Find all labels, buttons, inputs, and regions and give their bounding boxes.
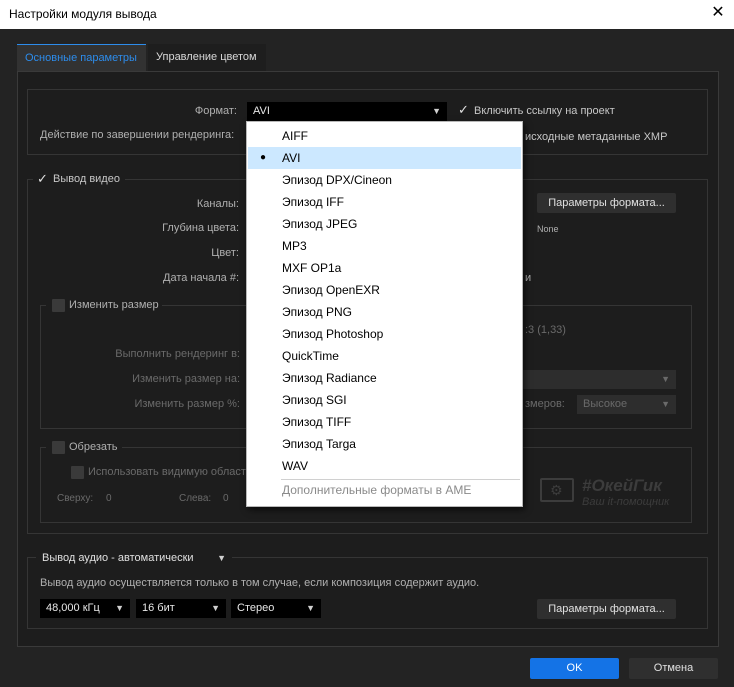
window-titlebar: Настройки модуля вывода ✕ (0, 0, 734, 29)
resize-to-label: Изменить размер на: (132, 373, 240, 385)
format-option-label: MP3 (282, 239, 307, 253)
ok-button[interactable]: OK (530, 658, 619, 679)
more-formats-ame-item: Дополнительные форматы в AME (282, 483, 472, 497)
format-option[interactable]: Эпизод JPEG (248, 213, 521, 235)
quality-label: змеров: (525, 398, 565, 410)
format-option-label: Эпизод Targa (282, 437, 356, 451)
watermark-brand: #ОкейГик (582, 476, 662, 495)
chevron-down-icon: ▼ (661, 374, 670, 384)
crop-label: Обрезать (69, 441, 118, 453)
resize-quality-value: Высокое (583, 398, 628, 410)
format-option[interactable]: Эпизод Targa (248, 433, 521, 455)
format-option[interactable]: WAV (248, 455, 521, 477)
format-select-value: AVI (253, 105, 270, 117)
monitor-gear-icon: ⚙ (540, 478, 574, 502)
resize-label: Изменить размер (69, 299, 159, 311)
crop-checkbox[interactable] (52, 441, 65, 454)
xmp-label: исходные метаданные XMP (525, 131, 668, 143)
video-output-checkbox[interactable]: ✓ (37, 171, 48, 187)
channels-label: Каналы: (196, 198, 239, 210)
use-roi-checkbox (71, 466, 84, 479)
format-dropdown-list: AIFF ● AVI Эпизод DPX/Cineon Эпизод IFF Эпизо… (246, 121, 523, 507)
format-option[interactable]: Эпизод SGI (248, 389, 521, 411)
video-output-title: Вывод видео (53, 173, 120, 185)
format-option[interactable]: Эпизод OpenEXR (248, 279, 521, 301)
format-select[interactable]: AVI ▼ (247, 102, 447, 121)
color-label: Цвет: (211, 247, 239, 259)
audio-note: Вывод аудио осуществляется только в том … (40, 577, 480, 589)
format-option-label: AIFF (282, 129, 308, 143)
audio-mode-select[interactable]: Вывод аудио - автоматически ▼ (36, 549, 232, 568)
cancel-button[interactable]: Отмена (629, 658, 718, 679)
audio-channels-value: Стерео (237, 602, 275, 614)
codec-value: None (537, 224, 559, 234)
format-option-label: Эпизод Photoshop (282, 327, 384, 341)
format-option-label: Эпизод TIFF (282, 415, 352, 429)
format-option[interactable]: Эпизод IFF (248, 191, 521, 213)
resize-checkbox[interactable] (52, 299, 65, 312)
resize-to-select: ▼ (523, 370, 676, 389)
chevron-down-icon: ▼ (217, 553, 226, 563)
audio-rate-value: 48,000 кГц (46, 602, 100, 614)
dropdown-separator (281, 479, 520, 480)
post-render-label: Действие по завершении рендеринга: (40, 129, 235, 141)
watermark-tagline: Ваш it-помощник (582, 496, 670, 508)
format-option-label: WAV (282, 459, 308, 473)
chevron-down-icon: ▼ (661, 399, 670, 409)
crop-left-label: Слева: (179, 493, 212, 504)
audio-bits-select[interactable]: 16 бит ▼ (136, 599, 226, 618)
format-option[interactable]: Эпизод Photoshop (248, 323, 521, 345)
tab-main-settings[interactable]: Основные параметры (17, 44, 146, 71)
include-link-check-icon[interactable]: ✓ (458, 102, 469, 118)
format-option[interactable]: QuickTime (248, 345, 521, 367)
use-roi-label: Использовать видимую област (88, 466, 246, 478)
crop-top-value: 0 (106, 493, 112, 504)
render-at-label: Выполнить рендеринг в: (115, 348, 240, 360)
format-label: Формат: (194, 105, 237, 117)
format-option-label: Эпизод JPEG (282, 217, 358, 231)
format-option[interactable]: Эпизод DPX/Cineon (248, 169, 521, 191)
start-number-label: Дата начала #: (163, 272, 239, 284)
resize-quality-select: Высокое ▼ (577, 395, 676, 414)
color-depth-label: Глубина цвета: (162, 222, 239, 234)
format-option-label: Эпизод OpenEXR (282, 283, 380, 297)
audio-channels-select[interactable]: Стерео ▼ (231, 599, 321, 618)
chevron-down-icon: ▼ (211, 603, 220, 613)
start-number-suffix: и (525, 272, 532, 284)
chevron-down-icon: ▼ (306, 603, 315, 613)
audio-format-options-button[interactable]: Параметры формата... (537, 599, 676, 619)
format-option-label: Эпизод Radiance (282, 371, 377, 385)
aspect-ratio-partial: :3 (1,33) (525, 324, 566, 336)
format-option-label: AVI (282, 151, 301, 165)
format-option[interactable]: MXF OP1a (248, 257, 521, 279)
format-option-label: QuickTime (282, 349, 339, 363)
selected-bullet-icon: ● (260, 152, 267, 163)
format-option[interactable]: AIFF (248, 125, 521, 147)
format-option-label: Эпизод PNG (282, 305, 352, 319)
window-title: Настройки модуля вывода (9, 7, 157, 21)
audio-rate-select[interactable]: 48,000 кГц ▼ (40, 599, 130, 618)
format-option-label: MXF OP1a (282, 261, 342, 275)
crop-top-label: Сверху: (57, 493, 94, 504)
resize-percent-label: Изменить размер %: (134, 398, 240, 410)
tab-color-management[interactable]: Управление цветом (148, 44, 266, 71)
format-option[interactable]: MP3 (248, 235, 521, 257)
chevron-down-icon: ▼ (432, 106, 441, 116)
format-option-label: Эпизод DPX/Cineon (282, 173, 392, 187)
include-link-label: Включить ссылку на проект (474, 105, 615, 117)
format-option[interactable]: ● AVI (248, 147, 521, 169)
format-option[interactable]: Эпизод TIFF (248, 411, 521, 433)
format-option-label: Эпизод SGI (282, 393, 347, 407)
audio-mode-value: Вывод аудио - автоматически (42, 552, 194, 564)
audio-bits-value: 16 бит (142, 602, 175, 614)
video-format-options-button[interactable]: Параметры формата... (537, 193, 676, 213)
format-option-label: Эпизод IFF (282, 195, 344, 209)
close-icon[interactable]: ✕ (710, 4, 726, 22)
format-option[interactable]: Эпизод Radiance (248, 367, 521, 389)
chevron-down-icon: ▼ (115, 603, 124, 613)
format-option[interactable]: Эпизод PNG (248, 301, 521, 323)
crop-left-value: 0 (223, 493, 229, 504)
